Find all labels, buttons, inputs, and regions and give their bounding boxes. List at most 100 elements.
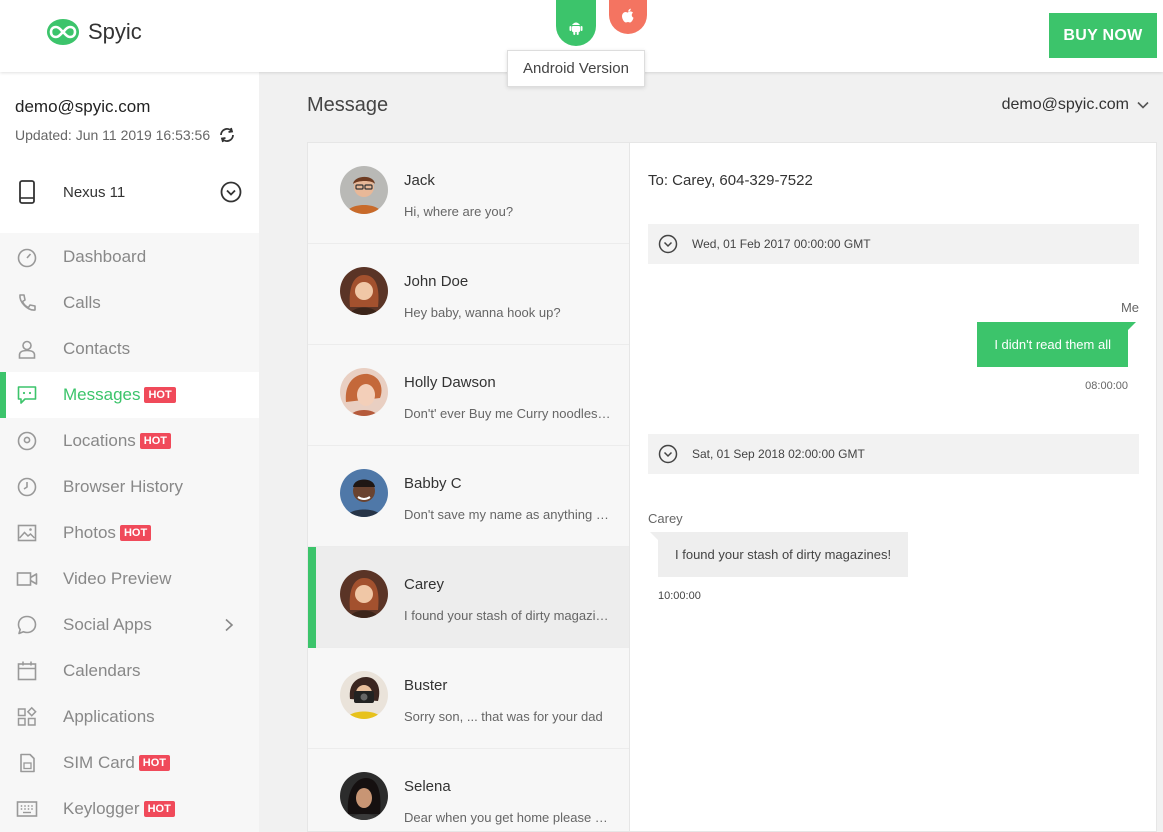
date-divider-text: Sat, 01 Sep 2018 02:00:00 GMT bbox=[692, 447, 865, 461]
conversation-name: Babby C bbox=[404, 475, 462, 492]
conversation-item[interactable]: Babby C Don't save my name as anything w… bbox=[308, 446, 629, 547]
date-divider[interactable]: Sat, 01 Sep 2018 02:00:00 GMT bbox=[648, 434, 1139, 474]
calendar-icon bbox=[17, 661, 37, 681]
conversation-item[interactable]: Buster Sorry son, ... that was for your … bbox=[308, 648, 629, 749]
conversation-preview: Dear when you get home please call bbox=[404, 810, 614, 825]
conversation-preview: I found your stash of dirty magazines! bbox=[404, 608, 614, 623]
conversation-preview: Hey baby, wanna hook up? bbox=[404, 305, 561, 320]
sidebar-item-photos[interactable]: Photos HOT bbox=[0, 510, 259, 556]
apps-icon bbox=[17, 706, 37, 726]
video-icon bbox=[16, 572, 38, 586]
sidebar-item-keylogger[interactable]: Keylogger HOT bbox=[0, 786, 259, 832]
infinity-logo-icon bbox=[47, 19, 79, 45]
message-thread: To: Carey, 604-329-7522 Wed, 01 Feb 2017… bbox=[629, 142, 1157, 832]
hot-badge: HOT bbox=[119, 525, 152, 541]
phone-icon bbox=[19, 294, 36, 311]
conversation-preview: Hi, where are you? bbox=[404, 204, 514, 219]
conversation-name: Selena bbox=[404, 778, 451, 795]
hot-badge: HOT bbox=[138, 755, 171, 771]
sidebar: demo@spyic.com Updated: Jun 11 2019 16:5… bbox=[0, 72, 259, 832]
message-icon bbox=[17, 386, 37, 404]
chevron-down-icon bbox=[1137, 101, 1149, 109]
date-divider[interactable]: Wed, 01 Feb 2017 00:00:00 GMT bbox=[648, 224, 1139, 264]
incoming-message: I found your stash of dirty magazines! bbox=[649, 532, 909, 577]
conversation-name: Carey bbox=[404, 576, 445, 593]
sidebar-nav: Dashboard Calls Contacts Messages HOT Loc… bbox=[0, 234, 259, 832]
conversation-item-active[interactable]: Carey I found your stash of dirty magazi… bbox=[308, 547, 629, 648]
sidebar-item-label: Photos bbox=[63, 523, 116, 542]
apple-icon bbox=[622, 8, 634, 23]
conversation-preview: Sorry son, ... that was for your dad bbox=[404, 709, 603, 724]
sidebar-item-label: Applications bbox=[63, 707, 155, 726]
dashboard-icon bbox=[17, 248, 37, 268]
keyboard-icon bbox=[16, 801, 38, 817]
phone-device-icon bbox=[19, 180, 35, 204]
sender-label: Me bbox=[1120, 300, 1139, 315]
account-panel: demo@spyic.com Updated: Jun 11 2019 16:5… bbox=[0, 72, 259, 233]
buy-now-button[interactable]: BUY NOW bbox=[1049, 13, 1157, 58]
sidebar-item-calendars[interactable]: Calendars bbox=[0, 648, 259, 694]
user-menu-email: demo@spyic.com bbox=[1001, 96, 1129, 113]
hot-badge: HOT bbox=[144, 387, 176, 403]
conversation-list: Jack Hi, where are you? John Doe Hey bab… bbox=[307, 142, 629, 832]
chevron-down-circle-icon[interactable] bbox=[220, 181, 242, 203]
thread-recipient: To: Carey, 604-329-7522 bbox=[648, 172, 813, 189]
conversation-preview: Don't save my name as anything weird bbox=[404, 507, 614, 522]
sidebar-item-label: Messages bbox=[63, 385, 141, 404]
location-icon bbox=[17, 431, 37, 451]
logo[interactable]: Spyic bbox=[46, 16, 142, 48]
sidebar-item-label: Contacts bbox=[63, 339, 131, 358]
sidebar-item-browser-history[interactable]: Browser History bbox=[0, 464, 259, 510]
ios-version-button[interactable] bbox=[609, 0, 647, 34]
page-title: Message bbox=[307, 94, 389, 116]
sidebar-item-label: Calendars bbox=[63, 661, 141, 680]
sidebar-item-label: Video Preview bbox=[63, 569, 172, 588]
conversation-name: Holly Dawson bbox=[404, 374, 496, 391]
sidebar-item-sim-card[interactable]: SIM Card HOT bbox=[0, 740, 259, 786]
sidebar-item-label: Locations bbox=[63, 431, 136, 450]
sidebar-item-label: Keylogger bbox=[63, 799, 140, 818]
sidebar-item-dashboard[interactable]: Dashboard bbox=[0, 234, 259, 280]
date-divider-text: Wed, 01 Feb 2017 00:00:00 GMT bbox=[692, 237, 871, 251]
avatar bbox=[340, 166, 388, 214]
hot-badge: HOT bbox=[143, 801, 175, 817]
main-content: Message demo@spyic.com Jack Hi, where ar… bbox=[259, 72, 1163, 832]
hot-badge: HOT bbox=[139, 433, 172, 449]
message-time: 08:00:00 bbox=[1085, 380, 1128, 392]
chevron-down-circle-icon bbox=[658, 234, 678, 254]
chevron-down-circle-icon bbox=[658, 444, 678, 464]
sidebar-item-label: SIM Card bbox=[63, 753, 135, 772]
device-name: Nexus 11 bbox=[63, 184, 126, 201]
message-time: 10:00:00 bbox=[658, 590, 701, 602]
device-selector[interactable]: Nexus 11 bbox=[0, 168, 259, 216]
conversation-preview: Don't' ever Buy me Curry noodles again bbox=[404, 406, 614, 421]
sidebar-item-label: Calls bbox=[63, 293, 101, 312]
person-icon bbox=[18, 340, 36, 359]
sim-card-icon bbox=[20, 753, 35, 773]
conversation-item[interactable]: Jack Hi, where are you? bbox=[308, 143, 629, 244]
android-icon bbox=[569, 22, 583, 35]
android-version-button[interactable] bbox=[556, 0, 596, 46]
user-menu[interactable]: demo@spyic.com bbox=[1002, 96, 1149, 114]
avatar bbox=[340, 570, 388, 618]
conversation-name: Jack bbox=[404, 172, 435, 189]
conversation-item[interactable]: John Doe Hey baby, wanna hook up? bbox=[308, 244, 629, 345]
account-email: demo@spyic.com bbox=[15, 97, 151, 116]
sidebar-item-social-apps[interactable]: Social Apps bbox=[0, 602, 259, 648]
last-updated-text: Updated: Jun 11 2019 16:53:56 bbox=[15, 127, 211, 143]
sidebar-item-messages[interactable]: Messages HOT bbox=[0, 372, 259, 418]
last-updated: Updated: Jun 11 2019 16:53:56 bbox=[15, 126, 236, 144]
refresh-icon[interactable] bbox=[218, 126, 236, 144]
sidebar-item-label: Dashboard bbox=[63, 247, 147, 266]
sidebar-item-label: Browser History bbox=[63, 477, 183, 496]
sidebar-item-calls[interactable]: Calls bbox=[0, 280, 259, 326]
sidebar-item-applications[interactable]: Applications bbox=[0, 694, 259, 740]
conversation-item[interactable]: Selena Dear when you get home please cal… bbox=[308, 749, 629, 831]
sidebar-item-label: Social Apps bbox=[63, 615, 152, 634]
avatar bbox=[340, 772, 388, 820]
sidebar-item-contacts[interactable]: Contacts bbox=[0, 326, 259, 372]
image-icon bbox=[17, 524, 37, 542]
sidebar-item-video-preview[interactable]: Video Preview bbox=[0, 556, 259, 602]
conversation-item[interactable]: Holly Dawson Don't' ever Buy me Curry no… bbox=[308, 345, 629, 446]
sidebar-item-locations[interactable]: Locations HOT bbox=[0, 418, 259, 464]
